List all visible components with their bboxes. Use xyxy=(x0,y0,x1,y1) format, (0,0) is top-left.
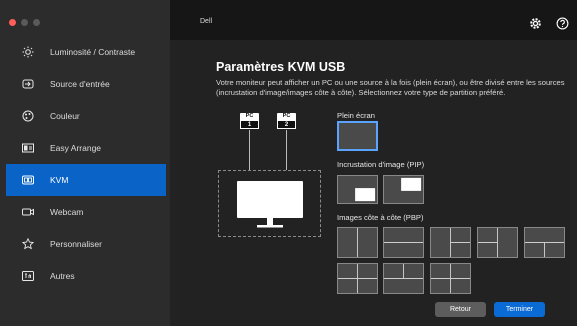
pbp-section-label: Images côte à côte (PBP) xyxy=(337,213,424,222)
pc-label-text: PC xyxy=(277,113,296,120)
sidebar-item-others[interactable]: Autres xyxy=(6,260,166,292)
top-bar: Dell xyxy=(170,0,577,40)
pc-1-label: PC 1 xyxy=(240,113,259,129)
main-panel: Dell Paramètres KVM USB Votre moniteur p… xyxy=(170,0,577,326)
sidebar-item-label: Personnaliser xyxy=(50,239,102,249)
pc-2-cable xyxy=(286,130,287,170)
layout-pbp-3-left-main-option[interactable] xyxy=(430,227,471,258)
page-description: Votre moniteur peut afficher un PC ou un… xyxy=(216,78,565,97)
sidebar-item-kvm[interactable]: KVM xyxy=(6,164,166,196)
pc-label-text: PC xyxy=(240,113,259,120)
sidebar-item-label: Autres xyxy=(50,271,75,281)
pip-section-label: Incrustation d'image (PIP) xyxy=(337,160,425,169)
sidebar-item-color[interactable]: Couleur xyxy=(6,100,166,132)
layout-pbp-4-quad-option[interactable] xyxy=(430,263,471,294)
sidebar-item-label: Couleur xyxy=(50,111,80,121)
star-icon xyxy=(22,238,34,250)
others-icon xyxy=(22,270,34,282)
monitor-icon xyxy=(237,181,303,228)
sidebar-nav: Luminosité / Contraste Source d'entrée C… xyxy=(6,36,166,292)
close-window-button[interactable] xyxy=(9,19,16,26)
finish-button[interactable]: Terminer xyxy=(494,302,545,317)
webcam-icon xyxy=(22,206,34,218)
layout-fullscreen-option[interactable] xyxy=(337,121,378,151)
layout-pbp-3-top-main-option[interactable] xyxy=(524,227,565,258)
brightness-icon xyxy=(22,46,34,58)
kvm-icon xyxy=(22,174,34,186)
pc-2-label: PC 2 xyxy=(277,113,296,129)
monitor-diagram xyxy=(218,170,321,237)
gear-icon[interactable] xyxy=(529,17,542,30)
sidebar-item-label: Source d'entrée xyxy=(50,79,110,89)
easy-arrange-icon xyxy=(22,142,34,154)
zoom-window-button[interactable] xyxy=(33,19,40,26)
pc-1-cable xyxy=(249,130,250,170)
layout-pbp-4-split-option[interactable] xyxy=(383,263,424,294)
sidebar-item-easy-arrange[interactable]: Easy Arrange xyxy=(6,132,166,164)
sidebar-item-input-source[interactable]: Source d'entrée xyxy=(6,68,166,100)
layout-pbp-2-vertical-option[interactable] xyxy=(337,227,378,258)
minimize-window-button[interactable] xyxy=(21,19,28,26)
pc-number: 2 xyxy=(277,120,296,129)
pc-number: 1 xyxy=(240,120,259,129)
layout-pip-top-right-option[interactable] xyxy=(383,175,424,204)
layout-pbp-4-grid-option[interactable] xyxy=(337,263,378,294)
sidebar-item-personalize[interactable]: Personnaliser xyxy=(6,228,166,260)
fullscreen-section-label: Plein écran xyxy=(337,111,375,120)
back-button[interactable]: Retour xyxy=(435,302,486,317)
app-window: Luminosité / Contraste Source d'entrée C… xyxy=(0,0,577,326)
sidebar-item-brightness-contrast[interactable]: Luminosité / Contraste xyxy=(6,36,166,68)
window-controls xyxy=(9,19,40,26)
layout-pip-bottom-right-option[interactable] xyxy=(337,175,378,204)
color-icon xyxy=(22,110,34,122)
sidebar-item-label: KVM xyxy=(50,175,69,185)
sidebar-item-label: Webcam xyxy=(50,207,84,217)
layout-pbp-3-right-main-option[interactable] xyxy=(477,227,518,258)
sidebar-item-webcam[interactable]: Webcam xyxy=(6,196,166,228)
layout-pbp-2-horizontal-option[interactable] xyxy=(383,227,424,258)
sidebar: Luminosité / Contraste Source d'entrée C… xyxy=(0,0,170,326)
sidebar-item-label: Easy Arrange xyxy=(50,143,102,153)
help-icon[interactable] xyxy=(556,17,569,30)
page-title: Paramètres KVM USB xyxy=(216,60,346,74)
brand-label: Dell xyxy=(200,18,213,25)
input-source-icon xyxy=(22,78,34,90)
sidebar-item-label: Luminosité / Contraste xyxy=(50,47,136,57)
